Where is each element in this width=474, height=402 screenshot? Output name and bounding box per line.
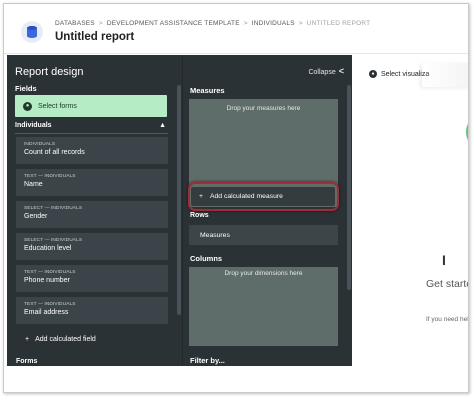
field-type: TEXT — INDIVIDUALS — [24, 270, 76, 275]
forms-section-label: Forms — [16, 358, 38, 365]
field-email-address[interactable]: TEXT — INDIVIDUALS Email address — [16, 297, 168, 324]
field-type: TEXT — INDIVIDUALS — [24, 302, 76, 307]
add-calculated-field-button[interactable]: + Add calculated field — [25, 336, 96, 343]
drop-measures-text: Drop your measures here — [226, 105, 301, 112]
forms-icon: ● — [23, 101, 32, 111]
select-forms-label: Select forms — [38, 102, 77, 110]
breadcrumb-template[interactable]: DEVELOPMENT ASSISTANCE TEMPLATE — [107, 20, 240, 27]
field-type: INDIVIDUALS — [24, 142, 56, 147]
visualization-area: ● Select visualiza I Get starte If you ne… — [352, 55, 469, 366]
field-name: Name — [24, 181, 43, 188]
chart-icon: ● — [369, 70, 377, 78]
individuals-section-header[interactable]: Individuals ▲ — [15, 122, 168, 134]
field-name: Gender — [24, 213, 48, 220]
get-started-heading: Get starte — [426, 278, 469, 290]
field-gender[interactable]: SELECT — INDIVIDUALS Gender — [16, 201, 168, 228]
field-education-level[interactable]: SELECT — INDIVIDUALS Education level — [16, 233, 168, 260]
footer-area — [4, 366, 468, 392]
header: DATABASES > DEVELOPMENT ASSISTANCE TEMPLAT… — [4, 4, 468, 54]
help-text: If you need hel — [426, 316, 469, 323]
breadcrumb-databases[interactable]: DATABASES — [55, 20, 95, 27]
app-window: DATABASES > DEVELOPMENT ASSISTANCE TEMPLAT… — [3, 3, 469, 393]
scrollbar[interactable] — [177, 85, 181, 315]
rows-measures-chip[interactable]: Measures — [189, 225, 338, 245]
collapse-label: Collapse — [308, 69, 336, 76]
database-icon — [21, 21, 43, 43]
page-title: Untitled report — [55, 31, 135, 43]
scrollbar[interactable] — [347, 85, 351, 290]
chevron-left-icon: < — [338, 66, 344, 76]
measures-label: Measures — [190, 86, 225, 95]
field-name: Phone number — [24, 277, 70, 284]
individuals-section-label: Individuals — [15, 122, 52, 129]
field-type: SELECT — INDIVIDUALS — [24, 238, 83, 243]
drop-dimensions-text: Drop your dimensions here — [224, 270, 303, 277]
highlight-annotation — [188, 182, 339, 211]
report-layout-panel: Collapse < Measures Drop your measures he… — [182, 55, 352, 366]
add-calculated-field-label: Add calculated field — [35, 336, 96, 343]
breadcrumb-current: UNTITLED REPORT — [306, 20, 371, 27]
filter-by-label: Filter by... — [190, 356, 225, 365]
select-visualization-button[interactable]: ● Select visualiza — [369, 70, 429, 78]
select-forms-button[interactable]: ● Select forms — [15, 95, 167, 117]
field-name: Education level — [24, 245, 72, 252]
collapse-button[interactable]: Collapse < — [308, 66, 344, 76]
chevron-right-icon: > — [298, 20, 303, 27]
chevron-right-icon: > — [243, 20, 248, 27]
visualization-menu-edge — [422, 63, 468, 87]
field-type: TEXT — INDIVIDUALS — [24, 174, 76, 179]
heading-glyph: I — [442, 252, 446, 268]
columns-label: Columns — [190, 254, 223, 263]
fields-label: Fields — [15, 84, 37, 93]
field-phone-number[interactable]: TEXT — INDIVIDUALS Phone number — [16, 265, 168, 292]
field-name: Email address — [24, 309, 69, 316]
rows-label: Rows — [190, 212, 209, 219]
field-count-of-all-records[interactable]: INDIVIDUALS Count of all records — [16, 137, 168, 164]
report-design-panel: Report design Fields ● Select forms Indi… — [7, 55, 182, 366]
breadcrumb-individuals[interactable]: INDIVIDUALS — [252, 20, 295, 27]
breadcrumb: DATABASES > DEVELOPMENT ASSISTANCE TEMPLAT… — [55, 20, 370, 27]
chevron-right-icon: > — [98, 20, 103, 27]
field-name[interactable]: TEXT — INDIVIDUALS Name — [16, 169, 168, 196]
report-design-title: Report design — [15, 66, 84, 78]
columns-drop-zone[interactable]: Drop your dimensions here — [189, 267, 338, 346]
plus-icon: + — [25, 336, 30, 343]
field-name: Count of all records — [24, 149, 85, 156]
caret-up-icon: ▲ — [159, 122, 166, 129]
illustration-icon — [466, 121, 468, 143]
field-type: SELECT — INDIVIDUALS — [24, 206, 83, 211]
